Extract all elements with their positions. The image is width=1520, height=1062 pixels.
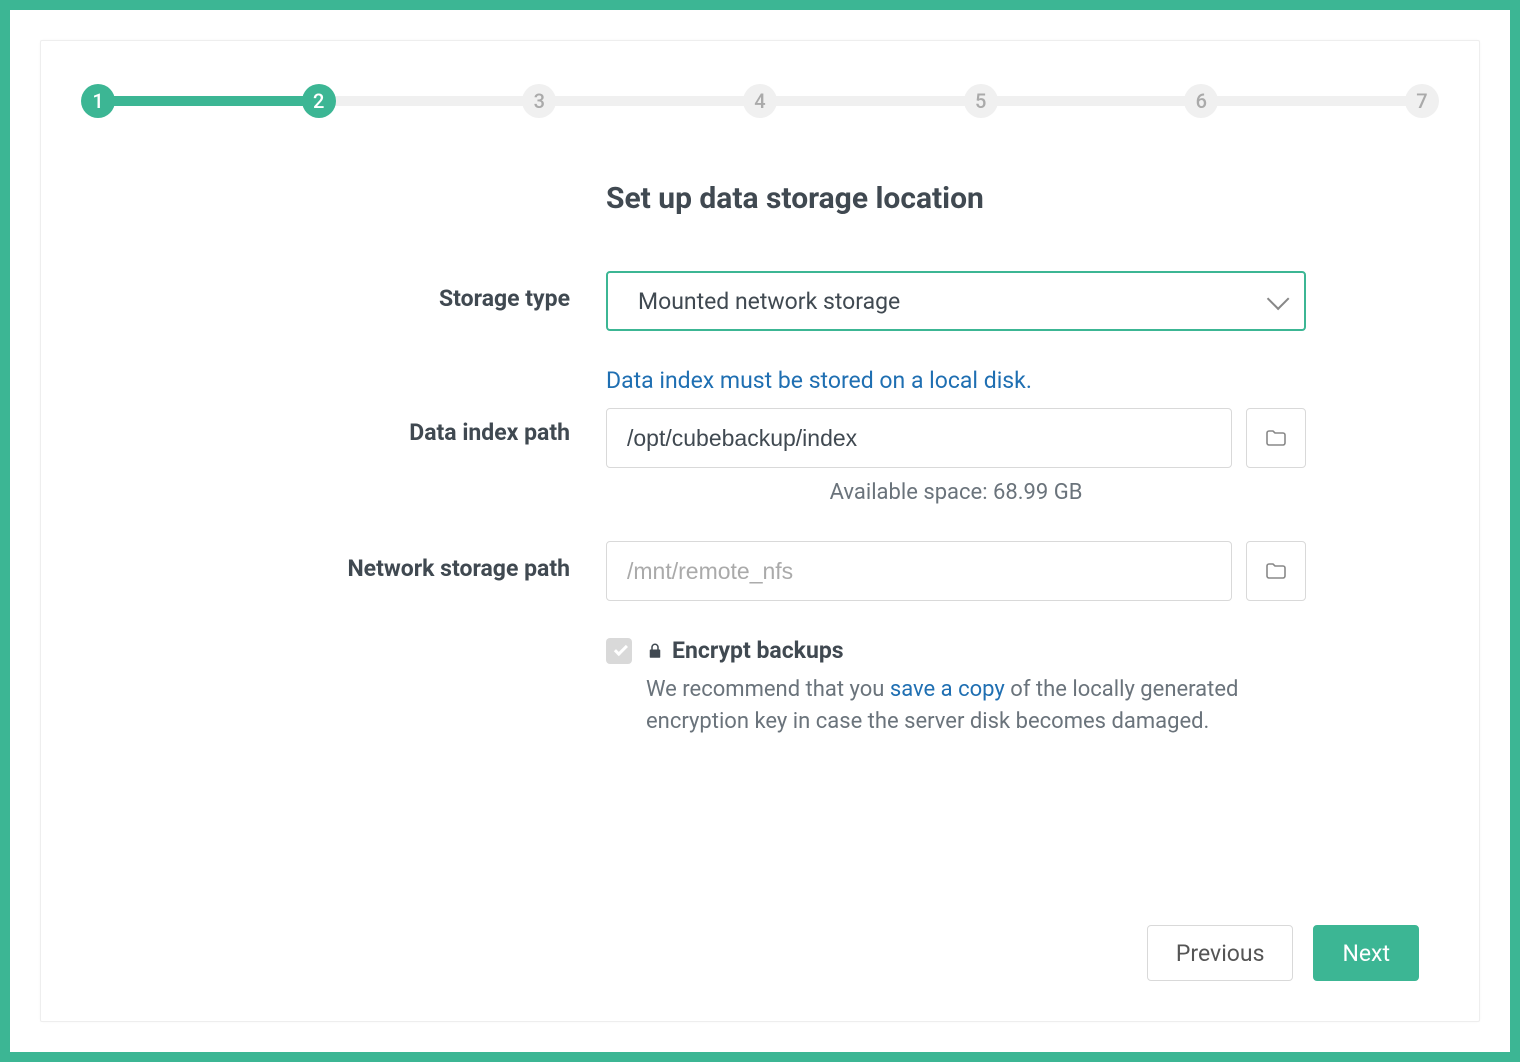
storage-type-label: Storage type — [160, 271, 606, 312]
data-index-hint: Data index must be stored on a local dis… — [606, 367, 1306, 394]
step-node-3[interactable]: 3 — [522, 84, 556, 118]
step-node-6[interactable]: 6 — [1184, 84, 1218, 118]
network-path-input[interactable] — [606, 541, 1232, 601]
previous-button[interactable]: Previous — [1147, 925, 1294, 981]
step-node-2[interactable]: 2 — [302, 84, 336, 118]
row-storage-type: Storage type Mounted network storage — [160, 271, 1360, 331]
stepper-nodes: 1 2 3 4 5 6 7 — [81, 81, 1439, 121]
row-encrypt: Encrypt backups We recommend that you sa… — [160, 637, 1360, 738]
chevron-down-icon — [1267, 288, 1290, 311]
encrypt-description: We recommend that you save a copy of the… — [606, 674, 1306, 738]
data-index-label: Data index path — [160, 367, 606, 446]
wizard-footer: Previous Next — [1147, 925, 1419, 981]
row-data-index: Data index path Data index must be store… — [160, 367, 1360, 505]
encrypt-checkbox[interactable] — [606, 638, 632, 664]
browse-index-button[interactable] — [1246, 408, 1306, 468]
browse-network-button[interactable] — [1246, 541, 1306, 601]
step-node-7[interactable]: 7 — [1405, 84, 1439, 118]
available-space: Available space: 68.99 GB — [606, 480, 1306, 505]
storage-type-value: Mounted network storage — [638, 288, 900, 315]
step-node-4[interactable]: 4 — [743, 84, 777, 118]
row-network-path: Network storage path — [160, 541, 1360, 601]
network-path-label: Network storage path — [160, 541, 606, 582]
step-node-5[interactable]: 5 — [964, 84, 998, 118]
folder-icon — [1264, 559, 1288, 583]
check-icon — [613, 642, 627, 656]
next-button[interactable]: Next — [1313, 925, 1419, 981]
step-node-1[interactable]: 1 — [81, 84, 115, 118]
folder-icon — [1264, 426, 1288, 450]
wizard-panel: 1 2 3 4 5 6 7 Set up data storage location Sto… — [40, 40, 1480, 1022]
data-index-input[interactable] — [606, 408, 1232, 468]
save-copy-link[interactable]: save a copy — [890, 677, 1005, 702]
wizard-frame: 1 2 3 4 5 6 7 Set up data storage location Sto… — [0, 0, 1520, 1062]
encrypt-label: Encrypt backups — [646, 637, 844, 664]
stepper: 1 2 3 4 5 6 7 — [81, 81, 1439, 121]
page-title: Set up data storage location — [606, 181, 1360, 216]
storage-type-select[interactable]: Mounted network storage — [606, 271, 1306, 331]
lock-icon — [646, 642, 664, 660]
form-main: Set up data storage location Storage typ… — [160, 181, 1360, 774]
